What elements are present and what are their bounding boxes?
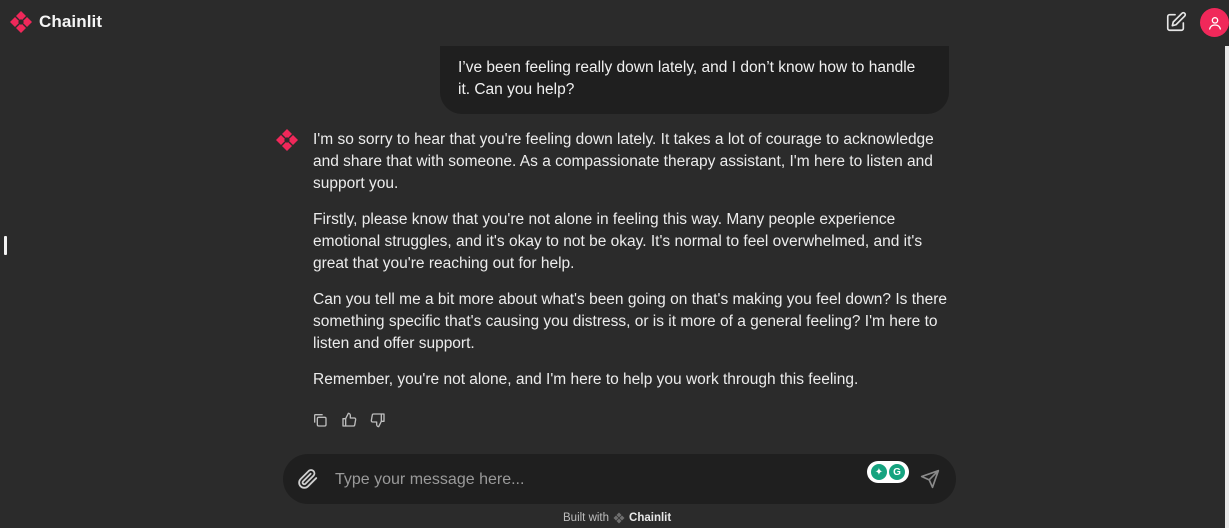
footer-prefix: Built with <box>563 512 610 524</box>
message-composer: ✦ G <box>283 454 956 504</box>
chainlit-logo-icon <box>10 11 32 33</box>
user-icon <box>1208 16 1221 30</box>
attach-file-button[interactable] <box>297 468 319 495</box>
message-input[interactable] <box>333 467 837 493</box>
thumbs-down-icon <box>370 413 385 428</box>
thumbs-down-button[interactable] <box>370 412 386 428</box>
user-message-text: I’ve been feeling really down lately, an… <box>458 59 916 98</box>
pencil-square-icon <box>1166 11 1187 32</box>
brand[interactable]: Chainlit <box>9 10 102 34</box>
message-actions <box>312 412 386 428</box>
assistant-message: I'm so sorry to hear that you're feeling… <box>313 129 953 405</box>
assistant-paragraph: I'm so sorry to hear that you're feeling… <box>313 131 934 192</box>
footer: Built with Chainlit <box>563 512 671 524</box>
brand-name: Chainlit <box>39 12 103 31</box>
chainlit-logo-icon <box>613 512 625 524</box>
leaf-icon: ✦ <box>871 464 887 480</box>
grammarly-icon: G <box>889 464 905 480</box>
assistant-paragraph: Can you tell me a bit more about what's … <box>313 291 948 352</box>
chainlit-logo-icon <box>276 129 298 151</box>
new-chat-button[interactable] <box>1165 11 1187 33</box>
paperclip-icon <box>298 469 318 489</box>
assistant-paragraph: Remember, you're not alone, and I'm here… <box>313 371 859 388</box>
send-button[interactable] <box>920 469 940 494</box>
user-avatar-button[interactable] <box>1200 8 1229 37</box>
copy-button[interactable] <box>312 412 328 428</box>
thumbs-up-button[interactable] <box>341 412 357 428</box>
sidebar-resize-handle[interactable] <box>4 236 7 255</box>
send-icon <box>920 469 940 489</box>
grammar-extension-badge[interactable]: ✦ G <box>867 461 909 483</box>
thumbs-up-icon <box>342 412 357 427</box>
copy-icon <box>314 414 327 427</box>
assistant-avatar <box>275 128 299 157</box>
scrollbar-track[interactable] <box>1225 46 1229 528</box>
user-message: I’ve been feeling really down lately, an… <box>440 46 949 114</box>
assistant-paragraph: Firstly, please know that you're not alo… <box>313 211 923 272</box>
footer-brand[interactable]: Chainlit <box>629 512 671 524</box>
app-header: Chainlit <box>0 0 1229 46</box>
